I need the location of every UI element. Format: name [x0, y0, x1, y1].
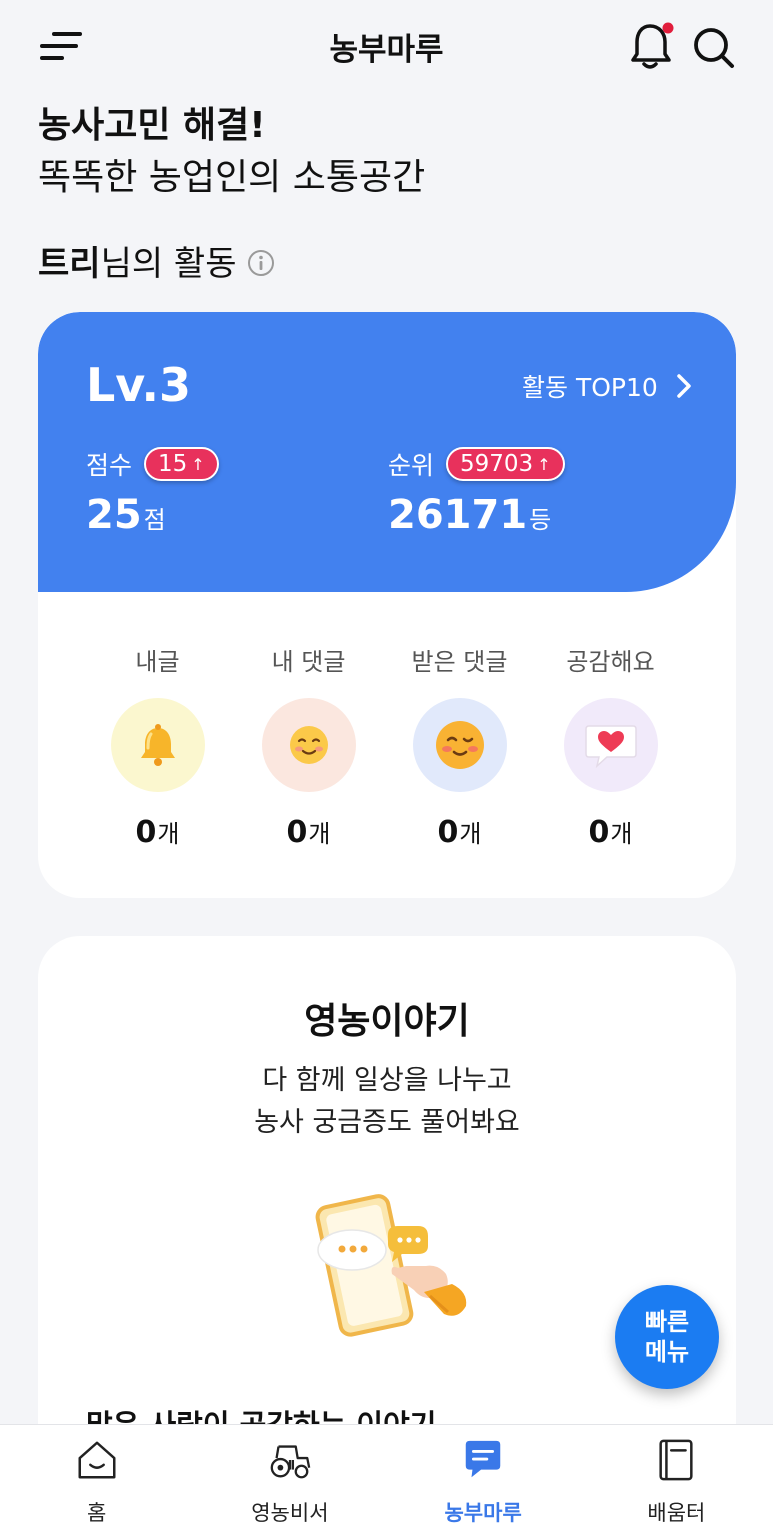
- bell-icon: [631, 22, 674, 69]
- info-icon[interactable]: [247, 249, 275, 277]
- quick-menu-label-line1: 빠른: [644, 1308, 690, 1336]
- stat-likes[interactable]: 공감해요 0개: [535, 642, 686, 850]
- nav-label: 농부마루: [444, 1501, 522, 1525]
- subline: 똑똑한 농업인의 소통공간: [38, 157, 426, 198]
- arrow-up-icon: ↑: [191, 454, 205, 474]
- stat-unit: 개: [610, 820, 633, 848]
- score-change-badge: 15 ↑: [144, 447, 219, 481]
- rank-label-row: 순위 59703 ↑: [388, 446, 565, 482]
- stat-my-posts[interactable]: 내글 0개: [82, 642, 233, 850]
- heart-bubble-icon: [584, 725, 637, 769]
- stat-count-row: 0개: [438, 814, 482, 850]
- nav-item-farmer-maru[interactable]: 농부마루: [387, 1425, 580, 1527]
- quick-menu-button[interactable]: 빠른 메뉴: [615, 1285, 719, 1389]
- activity-card: Lv.3 활동 TOP10 점수 15 ↑ 25 점 순위 59703 ↑ 26171…: [38, 312, 736, 898]
- stat-label: 공감해요: [566, 648, 655, 676]
- stat-count-row: 0개: [136, 814, 180, 850]
- notification-button[interactable]: [628, 20, 676, 72]
- score-label: 점수: [86, 451, 133, 480]
- stat-count: 0: [135, 815, 157, 850]
- search-icon: [694, 28, 734, 68]
- story-desc-line: 다 함께 일상을 나누고: [262, 1065, 512, 1096]
- stat-label: 받은 댓글: [411, 648, 508, 676]
- book-icon: [659, 1439, 693, 1481]
- score-unit: 점: [143, 506, 166, 534]
- phone-chat-illustration: [315, 1194, 467, 1337]
- activity-stats-row: 내글 0개 내 댓글 0 개 받은 댓글 0 개 공감해요 0 개: [82, 642, 702, 850]
- chevron-right-icon: [677, 374, 691, 398]
- stat-label: 내글: [135, 648, 180, 676]
- nav-item-home[interactable]: 홈: [0, 1425, 193, 1527]
- bottom-navigation: 홈 영농비서 농부마루 배움터: [0, 1424, 773, 1527]
- stat-count: 0: [437, 815, 459, 850]
- score-value-row: 25 점: [86, 492, 166, 538]
- activity-title-suffix: 님의 활동: [100, 244, 237, 284]
- rank-value-row: 26171 등: [388, 492, 551, 538]
- stat-received-comments[interactable]: 받은 댓글 0개: [384, 642, 535, 850]
- nav-label: 홈: [86, 1501, 107, 1525]
- stat-my-comments[interactable]: 내 댓글 0개: [233, 642, 384, 850]
- level-text: Lv.3: [86, 358, 192, 412]
- level-panel: Lv.3 활동 TOP10 점수 15 ↑ 25 점 순위 59703 ↑ 26171…: [38, 312, 736, 592]
- notification-dot: [662, 22, 674, 34]
- story-title: 영농이야기: [304, 1001, 470, 1042]
- stat-count: 0: [286, 815, 308, 850]
- stat-unit: 개: [308, 820, 331, 848]
- score-value: 25: [86, 492, 142, 538]
- rank-change-badge: 59703 ↑: [446, 447, 565, 481]
- stat-unit: 개: [157, 820, 180, 848]
- stat-icon-circle: [261, 698, 356, 792]
- stat-icon-circle: [563, 698, 658, 792]
- story-desc-line: 농사 궁금증도 풀어봐요: [254, 1107, 520, 1138]
- bell-emoji-icon: [140, 724, 175, 766]
- nav-item-farm-assistant[interactable]: 영농비서: [193, 1425, 386, 1527]
- top10-label: 활동 TOP10: [522, 373, 658, 402]
- rank-label: 순위: [388, 451, 435, 480]
- rank-unit: 등: [529, 506, 552, 534]
- score-change: 15: [158, 451, 188, 477]
- stat-count: 0: [588, 815, 610, 850]
- home-icon: [78, 1441, 116, 1479]
- score-label-row: 점수 15 ↑: [86, 446, 219, 482]
- rank-change: 59703: [460, 451, 534, 477]
- nav-label: 영농비서: [251, 1501, 329, 1525]
- stat-unit: 개: [459, 820, 482, 848]
- chat-icon: [465, 1440, 501, 1478]
- stat-label: 내 댓글: [271, 648, 346, 676]
- search-button[interactable]: [690, 22, 740, 72]
- stat-count-row: 0개: [589, 814, 633, 850]
- headline: 농사고민 해결!: [38, 105, 266, 146]
- stat-count-row: 0개: [287, 814, 331, 850]
- user-name: 트리: [38, 244, 101, 284]
- top10-link[interactable]: 활동 TOP10: [522, 368, 692, 404]
- smile-emoji-icon: [289, 726, 328, 764]
- nav-item-learning[interactable]: 배움터: [580, 1425, 773, 1527]
- stat-icon-circle: [412, 698, 507, 792]
- tractor-icon: [270, 1445, 311, 1479]
- arrow-up-icon: ↑: [537, 454, 551, 474]
- menu-button[interactable]: [38, 28, 86, 68]
- stat-icon-circle: [110, 698, 205, 792]
- nav-label: 배움터: [647, 1501, 706, 1525]
- wink-emoji-icon: [435, 721, 484, 769]
- top-bar: 농부마루: [0, 0, 773, 92]
- activity-section-title: 트리 님의 활동: [38, 236, 275, 285]
- menu-icon: [40, 32, 82, 60]
- story-description: 다 함께 일상을 나누고 농사 궁금증도 풀어봐요: [38, 1060, 736, 1144]
- quick-menu-label-line2: 메뉴: [644, 1338, 690, 1366]
- rank-value: 26171: [388, 492, 528, 538]
